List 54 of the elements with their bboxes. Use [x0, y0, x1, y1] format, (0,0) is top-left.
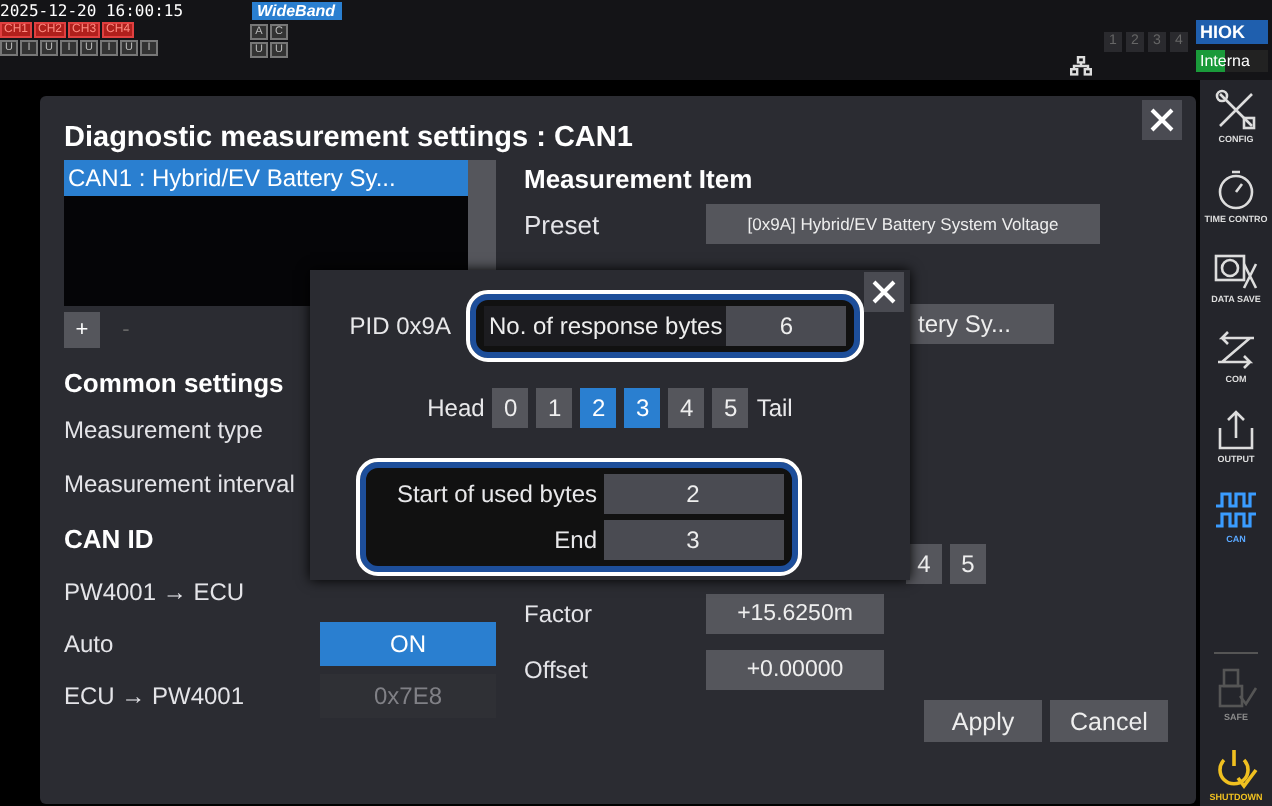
wave-icon[interactable]: [1214, 488, 1258, 532]
response-bytes-field[interactable]: 6: [726, 306, 847, 346]
section-heading: Common settings: [64, 366, 286, 402]
mode-badge: WideBand: [251, 2, 342, 20]
date-time: 2025-12-20 16:00:15: [0, 2, 184, 20]
close-icon: [1146, 104, 1178, 136]
add-button[interactable]: +: [64, 312, 100, 348]
byte-button[interactable]: 0: [492, 388, 529, 428]
byte-button[interactable]: 3: [624, 388, 661, 428]
setting-label: Measurement type: [64, 414, 263, 448]
close-button[interactable]: [1142, 100, 1182, 140]
setting-label: Auto: [64, 630, 114, 658]
end-byte-field[interactable]: 3: [603, 520, 783, 560]
setting-label: PW4001 → ECU: [64, 578, 245, 606]
pid-label: PID 0x9A: [349, 312, 451, 340]
power-check-icon[interactable]: [1214, 746, 1258, 790]
byte-button[interactable]: 4: [668, 388, 705, 428]
dialog-title: Diagnostic measurement settings : CAN1: [64, 120, 633, 158]
list-item[interactable]: CAN1 : Hybrid/EV Battery Sy...: [64, 160, 468, 196]
byte-button[interactable]: 2: [580, 388, 617, 428]
setting-label: Preset: [524, 209, 602, 239]
upload-icon[interactable]: [1214, 408, 1258, 452]
close-button[interactable]: [864, 272, 904, 312]
cancel-button[interactable]: Cancel: [1050, 700, 1168, 742]
apply-button[interactable]: Apply: [924, 700, 1042, 742]
toggle-button[interactable]: ON: [320, 622, 496, 666]
field-label: End: [552, 526, 599, 554]
name-field[interactable]: tery Sy...: [906, 304, 1054, 344]
setting-label: Offset: [524, 656, 590, 684]
byte-button[interactable]: 5: [950, 544, 986, 584]
head-label: Head: [427, 394, 485, 422]
stopwatch-icon[interactable]: [1214, 168, 1258, 212]
section-heading: CAN ID: [64, 522, 154, 558]
setting-label: ECU → PW4001: [64, 682, 245, 710]
arrows-icon[interactable]: [1214, 328, 1258, 372]
field-label: Start of used bytes: [394, 480, 599, 508]
usb-check-icon[interactable]: [1214, 666, 1258, 710]
tail-label: Tail: [756, 394, 793, 422]
brand-logo: HIOK: [1196, 20, 1268, 44]
start-byte-field[interactable]: 2: [603, 474, 783, 514]
section-heading: Measurement Item: [524, 162, 755, 198]
byte-button[interactable]: 1: [536, 388, 573, 428]
tools-icon[interactable]: [1214, 88, 1258, 132]
setting-label: Measurement interval: [64, 468, 295, 502]
byte-button[interactable]: 4: [906, 544, 942, 584]
setting-label: Factor: [524, 600, 595, 628]
offset-field[interactable]: +0.00000: [706, 650, 884, 690]
preset-field[interactable]: [0x9A] Hybrid/EV Battery System Voltage: [706, 204, 1100, 244]
source-indicator: Interna: [1196, 50, 1268, 72]
field-label: No. of response bytes: [484, 306, 727, 346]
byte-button[interactable]: 5: [712, 388, 749, 428]
close-icon: [868, 276, 900, 308]
network-icon: [1070, 56, 1092, 76]
factor-field[interactable]: +15.6250m: [706, 594, 884, 634]
